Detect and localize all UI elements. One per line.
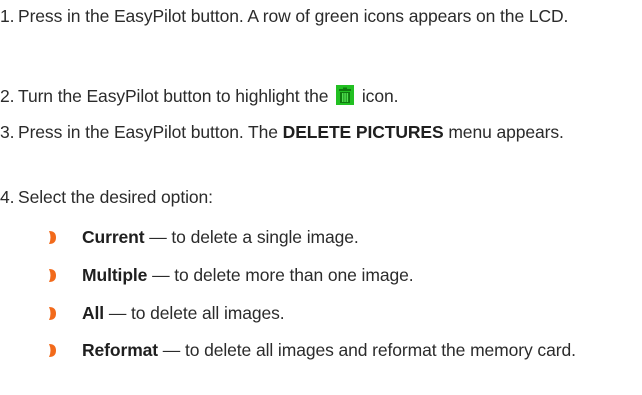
step-number: 4. [0, 187, 15, 207]
step-number: 3. [0, 122, 15, 142]
step-text: Select the desired option: [18, 187, 213, 207]
bullet-icon [49, 269, 56, 282]
step-text-pre: Press in the EasyPilot button. The [18, 122, 278, 142]
step-number: 1. [0, 6, 15, 26]
bullet-icon [49, 344, 56, 357]
option-label: Multiple [82, 265, 148, 285]
step-text: Turn the EasyPilot button to highlight t… [18, 83, 640, 110]
option-description: — to delete all images. [104, 303, 285, 323]
step-number: 2. [0, 86, 15, 106]
step-4: 4. Select the desired option: [0, 184, 640, 211]
step-text: Press in the EasyPilot button. A row of … [18, 6, 569, 26]
option-description: — to delete more than one image. [147, 265, 414, 285]
instruction-document: 1. Press in the EasyPilot button. A row … [0, 0, 642, 395]
option-text: Multiple — to delete more than one image… [82, 262, 640, 289]
step-text: Press in the EasyPilot button. The DELET… [18, 119, 640, 146]
option-multiple: Multiple — to delete more than one image… [0, 262, 640, 289]
option-text: All — to delete all images. [82, 300, 640, 327]
bullet-icon [49, 307, 56, 320]
option-current: Current — to delete a single image. [0, 224, 640, 251]
option-label: Reformat [82, 340, 159, 360]
step-text-pre: Turn the EasyPilot button to highlight t… [18, 86, 329, 106]
option-label: All [82, 303, 105, 323]
step-text-post: icon. [361, 86, 399, 106]
step-3: 3. Press in the EasyPilot button. The DE… [0, 119, 640, 146]
option-all: All — to delete all images. [0, 300, 640, 327]
option-text: Current — to delete a single image. [82, 224, 640, 251]
option-label: Current [82, 227, 145, 247]
bullet-icon [49, 231, 56, 244]
step-2: 2. Turn the EasyPilot button to highligh… [0, 83, 640, 110]
option-text: Reformat — to delete all images and refo… [82, 337, 640, 364]
option-description: — to delete a single image. [144, 227, 359, 247]
option-description: — to delete all images and reformat the … [158, 340, 576, 360]
step-text-post: menu appears. [448, 122, 564, 142]
option-reformat: Reformat — to delete all images and refo… [0, 337, 640, 364]
step-1: 1. Press in the EasyPilot button. A row … [0, 3, 640, 30]
menu-name: DELETE PICTURES [282, 122, 444, 142]
trash-icon [335, 85, 355, 105]
